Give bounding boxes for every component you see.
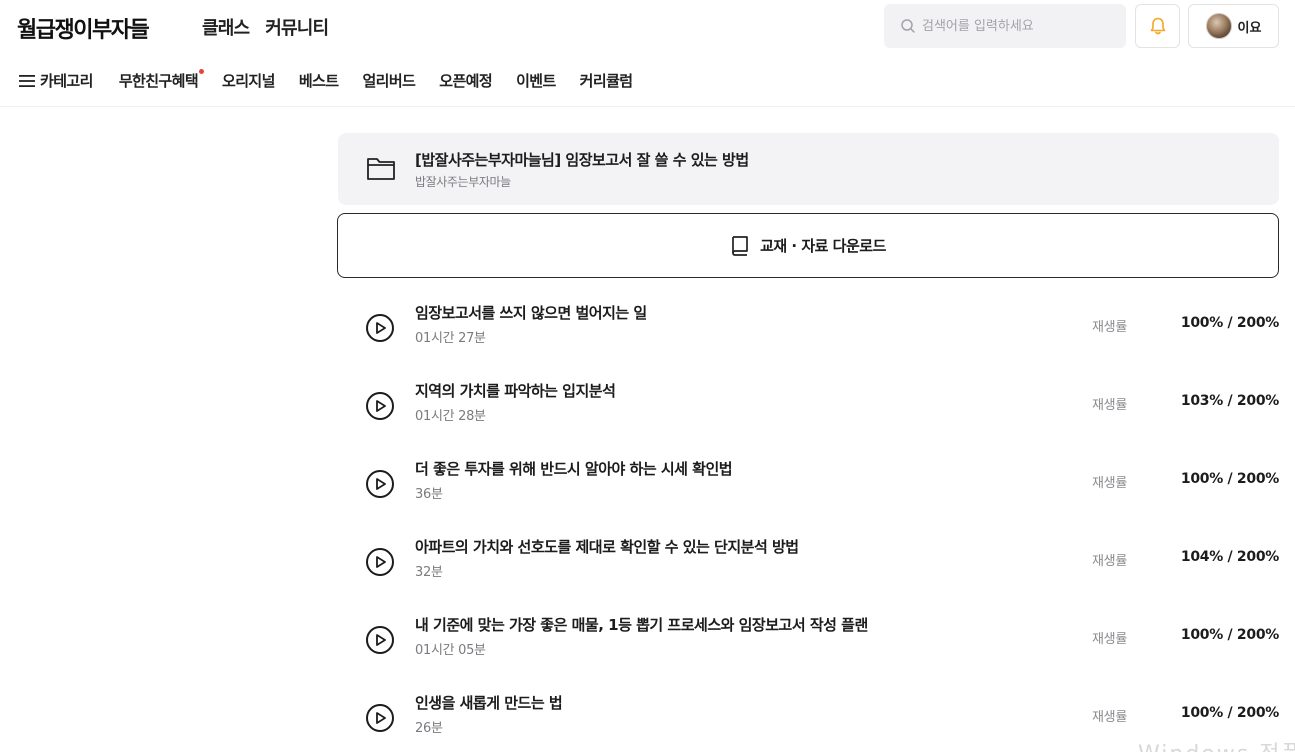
lesson-duration: 01시간 05분 — [415, 643, 486, 658]
nav-class[interactable]: 클래스 — [202, 14, 250, 40]
lesson-title: 지역의 가치를 파악하는 입지분석 — [415, 382, 616, 400]
subnav-item-curriculum[interactable]: 커리큘럼 — [580, 70, 633, 91]
materials-download-button[interactable]: 교재 · 자료 다운로드 — [337, 213, 1279, 278]
site-logo[interactable]: 월급쟁이부자들 — [17, 12, 150, 44]
category-nav: 카테고리 무한친구혜택 오리지널 베스트 얼리버드 오픈예정 이벤트 커리큘럼 — [18, 69, 656, 91]
lesson-row[interactable]: 임장보고서를 쓰지 않으면 벌어지는 일 01시간 27분 재생률 100% /… — [338, 298, 1279, 358]
course-instructor: 밥잘사주는부자마늘 — [415, 175, 511, 189]
lesson-row[interactable]: 지역의 가치를 파악하는 입지분석 01시간 28분 재생률 103% / 20… — [338, 376, 1279, 436]
lesson-row[interactable]: 더 좋은 투자를 위해 반드시 알아야 하는 시세 확인법 36분 재생률 10… — [338, 454, 1279, 514]
playback-rate-value: 104% / 200% — [1180, 549, 1279, 565]
course-title: [밥잘사주는부자마늘님] 임장보고서 잘 쓸 수 있는 방법 — [415, 151, 749, 169]
lesson-duration: 36분 — [415, 487, 443, 502]
play-icon[interactable] — [365, 703, 395, 733]
playback-rate-value: 103% / 200% — [1180, 393, 1279, 409]
playback-rate-value: 100% / 200% — [1180, 315, 1279, 331]
subnav-item-best[interactable]: 베스트 — [299, 70, 339, 91]
lesson-title: 인생을 새롭게 만드는 법 — [415, 694, 563, 712]
lesson-duration: 01시간 27분 — [415, 331, 486, 346]
subnav-item-original[interactable]: 오리지널 — [222, 70, 275, 91]
lesson-duration: 32분 — [415, 565, 443, 580]
playback-rate-value: 100% / 200% — [1180, 627, 1279, 643]
subnav-item-label: 무한친구혜택 — [118, 72, 199, 90]
lesson-title: 아파트의 가치와 선호도를 제대로 확인할 수 있는 단지분석 방법 — [415, 538, 799, 556]
download-label: 교재 · 자료 다운로드 — [760, 237, 886, 255]
hamburger-icon — [19, 74, 35, 87]
lesson-title: 내 기준에 맞는 가장 좋은 매물, 1등 뽑기 프로세스와 임장보고서 작성 … — [415, 616, 868, 634]
playback-rate-label: 재생률 — [1092, 320, 1127, 335]
category-label: 카테고리 — [40, 72, 93, 90]
subnav-item-friend-benefit[interactable]: 무한친구혜택 — [118, 69, 205, 91]
play-icon[interactable] — [365, 469, 395, 499]
lesson-row[interactable]: 아파트의 가치와 선호도를 제대로 확인할 수 있는 단지분석 방법 32분 재… — [338, 532, 1279, 592]
lesson-title: 임장보고서를 쓰지 않으면 벌어지는 일 — [415, 304, 647, 322]
nav-community[interactable]: 커뮤니티 — [265, 14, 329, 40]
category-menu-button[interactable]: 카테고리 — [18, 70, 93, 91]
folder-icon — [367, 158, 395, 180]
lesson-row[interactable]: 내 기준에 맞는 가장 좋은 매물, 1등 뽑기 프로세스와 임장보고서 작성 … — [338, 610, 1279, 670]
playback-rate-label: 재생률 — [1092, 710, 1127, 725]
play-icon[interactable] — [365, 625, 395, 655]
avatar — [1205, 13, 1232, 39]
search-icon — [901, 19, 915, 33]
playback-rate-value: 100% / 200% — [1180, 471, 1279, 487]
book-icon — [732, 235, 748, 256]
subnav-item-event[interactable]: 이벤트 — [516, 70, 556, 91]
course-folder-card: [밥잘사주는부자마늘님] 임장보고서 잘 쓸 수 있는 방법 밥잘사주는부자마늘 — [338, 133, 1279, 205]
play-icon[interactable] — [365, 391, 395, 421]
new-dot-badge — [199, 69, 205, 74]
subnav-item-coming-soon[interactable]: 오픈예정 — [439, 70, 492, 91]
os-activation-watermark: Windows 정품 — [1138, 736, 1295, 752]
subnav-item-earlybird[interactable]: 얼리버드 — [362, 70, 415, 91]
user-menu-button[interactable]: 이요 — [1188, 4, 1279, 48]
playback-rate-label: 재생률 — [1092, 632, 1127, 647]
top-header: 월급쟁이부자들 클래스 커뮤니티 이요 — [0, 0, 1295, 54]
lesson-duration: 26분 — [415, 721, 443, 736]
playback-rate-label: 재생률 — [1092, 476, 1127, 491]
lesson-duration: 01시간 28분 — [415, 409, 486, 424]
header-divider — [0, 106, 1295, 107]
search-input[interactable] — [922, 18, 1112, 34]
play-icon[interactable] — [365, 313, 395, 343]
top-nav: 클래스 커뮤니티 — [202, 14, 329, 40]
bell-icon — [1150, 17, 1165, 35]
user-name: 이요 — [1237, 20, 1262, 36]
notification-button[interactable] — [1135, 4, 1180, 48]
play-icon[interactable] — [365, 547, 395, 577]
playback-rate-value: 100% / 200% — [1180, 705, 1279, 721]
lesson-title: 더 좋은 투자를 위해 반드시 알아야 하는 시세 확인법 — [415, 460, 733, 478]
playback-rate-label: 재생률 — [1092, 554, 1127, 569]
search-box[interactable] — [884, 4, 1126, 48]
playback-rate-label: 재생률 — [1092, 398, 1127, 413]
